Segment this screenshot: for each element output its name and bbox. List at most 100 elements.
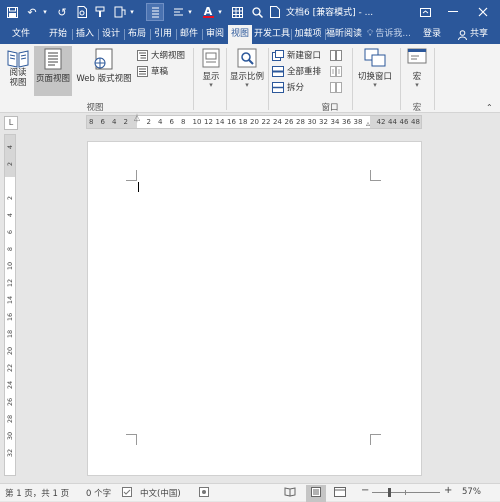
- vertical-ruler[interactable]: 4 2 2 4 6 8 10 12 14 16 18 20 22 24 26 28 30 32: [4, 134, 16, 476]
- tab-selector[interactable]: L: [4, 116, 18, 130]
- arrange-all-label: 全部重排: [287, 67, 322, 77]
- page-icon: [44, 48, 62, 70]
- login-button[interactable]: 登录: [420, 25, 444, 44]
- left-indent-marker[interactable]: ⏃: [133, 113, 141, 124]
- zoom-out-button[interactable]: −: [361, 485, 369, 496]
- split-label: 拆分: [287, 83, 305, 93]
- side-by-side-icon: [330, 49, 342, 61]
- align-icon[interactable]: [170, 3, 186, 21]
- tab-file[interactable]: 文件: [4, 25, 38, 44]
- style-icon[interactable]: [112, 3, 128, 21]
- print-preview-icon[interactable]: [74, 3, 90, 21]
- page-count[interactable]: 第 1 页，共 1 页: [5, 487, 69, 499]
- zoom-button[interactable]: 显示比例 ▾: [228, 48, 266, 89]
- ribbon-display-options-icon[interactable]: [414, 2, 436, 22]
- draft-icon: [137, 65, 148, 77]
- zoom-slider-thumb[interactable]: [388, 488, 392, 497]
- horizontal-ruler[interactable]: 8 6 4 2 2 4 6 8 10 12 14 16 18 20 22 24 26 28 30 32 34 36 38 42…: [86, 113, 422, 129]
- proofing-icon[interactable]: [122, 487, 132, 500]
- tab-insert[interactable]: 插入: [74, 25, 96, 44]
- vertical-ruler-number: 24: [6, 380, 14, 390]
- vertical-ruler-number: 32: [6, 448, 14, 458]
- zoom-percentage[interactable]: 57%: [462, 487, 481, 497]
- right-indent-marker[interactable]: ▵: [366, 119, 370, 128]
- close-icon[interactable]: [472, 2, 494, 22]
- ruler-number: 32: [319, 118, 328, 126]
- vertical-ruler-number: 8: [6, 246, 14, 252]
- web-layout-button[interactable]: Web 版式视图: [74, 48, 134, 84]
- table-icon[interactable]: [229, 3, 245, 21]
- outline-button[interactable]: 大纲视图: [137, 48, 185, 62]
- print-layout-view-icon[interactable]: [306, 485, 326, 502]
- tab-review[interactable]: 审阅: [204, 25, 226, 44]
- new-window-button[interactable]: 新建窗口: [272, 48, 321, 62]
- text-cursor: [138, 182, 139, 192]
- vertical-ruler-number: 18: [6, 329, 14, 339]
- tab-design[interactable]: 设计: [100, 25, 122, 44]
- tell-me-box[interactable]: 💡︎ 告诉我...: [364, 25, 414, 44]
- tab-addins[interactable]: 加载项: [292, 25, 324, 44]
- outline-icon: [137, 49, 148, 61]
- vertical-ruler-number: 20: [6, 346, 14, 356]
- title-bar: ↶ ▾ ↺ ▾ ▾ A ▾ 文档6 [兼容模式] - ...: [0, 0, 500, 24]
- tab-foxit[interactable]: 福昕阅读: [326, 25, 362, 44]
- macros-button[interactable]: 宏 ▾: [404, 48, 430, 89]
- vertical-ruler-number: 16: [6, 312, 14, 322]
- save-icon[interactable]: [4, 3, 20, 21]
- vertical-ruler-number: 12: [6, 278, 14, 288]
- zoom-in-button[interactable]: +: [444, 485, 452, 496]
- switch-windows-icon: [364, 48, 386, 67]
- font-color-dropdown-icon[interactable]: ▾: [216, 3, 224, 21]
- show-icon: [202, 48, 220, 68]
- view-side-by-side-button[interactable]: [330, 48, 345, 62]
- window-group-label: 窗口: [321, 103, 339, 113]
- draft-label: 草稿: [151, 67, 169, 77]
- ruler-number: 8: [181, 118, 186, 126]
- book-open-icon: [7, 50, 29, 68]
- share-button[interactable]: 共享: [450, 25, 496, 44]
- arrange-all-button[interactable]: 全部重排: [272, 64, 321, 78]
- tab-mailings[interactable]: 邮件: [178, 25, 200, 44]
- ruler-number: 4: [112, 118, 117, 126]
- undo-icon[interactable]: ↶: [24, 3, 40, 21]
- word-count[interactable]: 0 个字: [86, 487, 111, 499]
- search-icon[interactable]: [249, 3, 265, 21]
- minimize-icon[interactable]: [442, 2, 464, 22]
- tab-layout[interactable]: 布局: [126, 25, 148, 44]
- read-mode-icon[interactable]: [146, 3, 164, 21]
- split-button[interactable]: 拆分: [272, 80, 304, 94]
- ruler-number: 2: [146, 118, 151, 126]
- font-color-letter: A: [203, 4, 213, 18]
- split-icon: [272, 81, 284, 93]
- new-doc-icon[interactable]: [268, 3, 282, 21]
- redo-icon[interactable]: ↺: [54, 3, 70, 21]
- web-page-icon: [94, 48, 113, 70]
- vertical-ruler-number: 22: [6, 363, 14, 373]
- tab-references[interactable]: 引用: [152, 25, 174, 44]
- ruler-number: 24: [273, 118, 282, 126]
- read-mode-view-icon[interactable]: [284, 487, 296, 500]
- align-dropdown-icon[interactable]: ▾: [186, 3, 194, 21]
- undo-dropdown-icon[interactable]: ▾: [40, 3, 50, 21]
- style-dropdown-icon[interactable]: ▾: [128, 3, 136, 21]
- macro-record-icon[interactable]: [199, 487, 209, 500]
- zoom-slider[interactable]: [372, 488, 440, 497]
- reset-window-position-button[interactable]: [330, 80, 345, 94]
- collapse-ribbon-icon[interactable]: ⌃: [486, 100, 493, 114]
- vertical-ruler-number: 4: [6, 212, 14, 218]
- format-painter-icon[interactable]: [93, 3, 109, 21]
- tab-view[interactable]: 视图: [228, 25, 252, 44]
- web-layout-view-icon[interactable]: [334, 487, 346, 500]
- draft-button[interactable]: 草稿: [137, 64, 168, 78]
- sync-scroll-button[interactable]: [330, 64, 345, 78]
- document-page[interactable]: [87, 141, 422, 476]
- switch-windows-button[interactable]: 切换窗口 ▾: [354, 48, 396, 89]
- margin-corner-top-left: [126, 170, 137, 181]
- show-button[interactable]: 显示 ▾: [198, 48, 224, 89]
- font-color-icon[interactable]: A: [201, 3, 215, 21]
- language[interactable]: 中文(中国): [140, 487, 181, 499]
- tab-developer[interactable]: 开发工具: [254, 25, 290, 44]
- read-mode-button[interactable]: 阅读视图: [3, 48, 33, 88]
- print-layout-button[interactable]: 页面视图: [34, 46, 72, 96]
- tab-home[interactable]: 开始: [46, 25, 70, 44]
